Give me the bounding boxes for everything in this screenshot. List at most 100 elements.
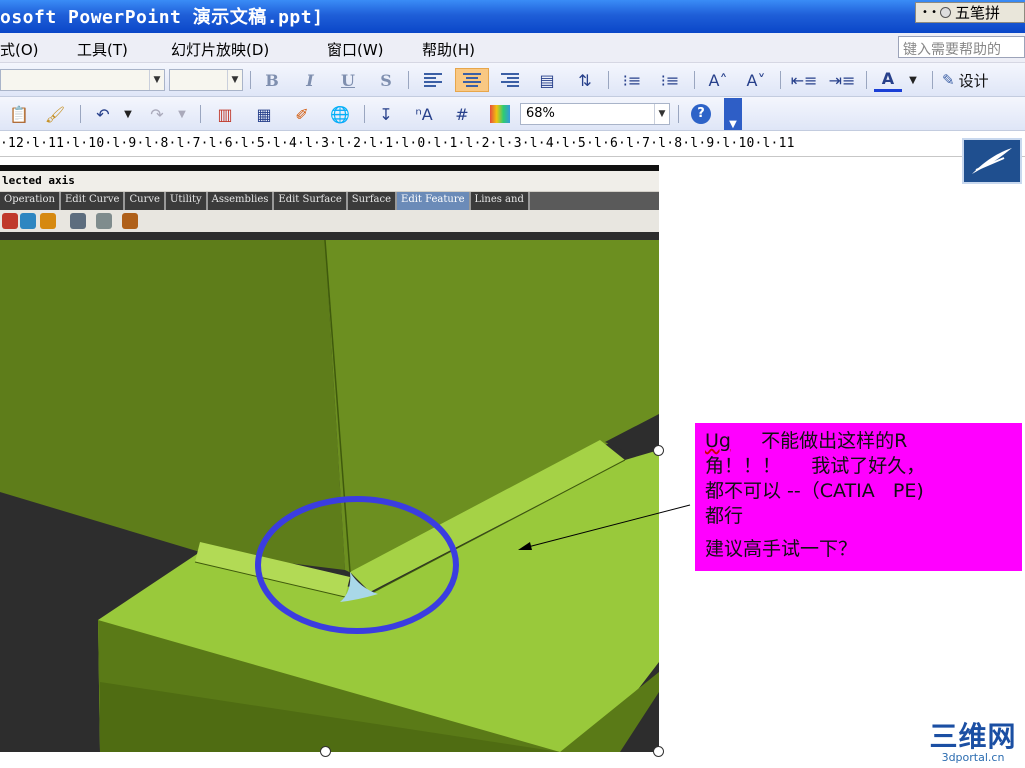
resize-handle[interactable] — [653, 445, 664, 456]
menu-slideshow[interactable]: 幻灯片放映(D) — [171, 39, 269, 60]
grip-icon: • • — [922, 7, 937, 18]
design-icon: ✎ — [942, 71, 955, 89]
align-right-icon[interactable] — [497, 68, 523, 92]
cad-tab-selected: Edit Feature — [397, 192, 471, 210]
callout-line: 都不可以 --（CATIA PE) — [705, 480, 924, 502]
cad-tab-strip: Operation Edit Curve Curve Utility Assem… — [0, 192, 659, 210]
toolbar-options-icon[interactable]: ▼ — [724, 98, 742, 130]
ime-status-bar[interactable]: • • 五笔拼 — [915, 2, 1025, 23]
cad-tool-icon — [122, 213, 138, 229]
menu-tools[interactable]: 工具(T) — [77, 39, 128, 60]
resize-handle[interactable] — [653, 746, 664, 757]
chevron-down-icon[interactable]: ▼ — [149, 70, 164, 90]
redo-icon[interactable]: ↷ — [144, 102, 170, 126]
chevron-down-icon[interactable]: ▼ — [120, 102, 136, 126]
cad-screenshot-image[interactable]: lected axis Operation Edit Curve Curve U… — [0, 165, 659, 752]
ime-toggle-icon[interactable] — [939, 7, 951, 18]
italic-button[interactable]: I — [298, 68, 322, 92]
insert-chart-icon[interactable]: ▥ — [210, 102, 240, 126]
ime-label: 五笔拼 — [954, 4, 1000, 22]
separator — [678, 105, 679, 123]
chevron-down-icon[interactable]: ▼ — [174, 102, 190, 126]
zoom-select[interactable]: 68% ▼ — [520, 103, 670, 125]
cad-tab: Assemblies — [207, 192, 275, 210]
increase-indent-icon[interactable]: ⇥≡ — [828, 68, 856, 92]
horizontal-ruler: ·12·l·11·l·10·l·9·l·8·l·7·l·6·l·5·l·4·l·… — [0, 131, 1025, 157]
insert-table-icon[interactable]: ▦ — [250, 102, 278, 126]
undo-icon[interactable]: ↶ — [90, 102, 116, 126]
site-watermark-logo: 三维网 3dportal.cn — [925, 715, 1021, 765]
bold-button[interactable]: B — [260, 68, 284, 92]
separator — [408, 71, 409, 89]
resize-handle[interactable] — [320, 746, 331, 757]
cad-tab: Curve — [125, 192, 166, 210]
cad-tab: Lines and — [470, 192, 530, 210]
help-search-input[interactable]: 键入需要帮助的 — [898, 36, 1025, 58]
separator — [780, 71, 781, 89]
insert-hyperlink-icon[interactable]: 🌐 — [326, 102, 354, 126]
cad-model-drawing — [0, 232, 659, 752]
callout-line: 建议高手试一下？ — [705, 538, 858, 560]
font-size-select[interactable]: ▼ — [169, 69, 243, 91]
chevron-down-icon[interactable]: ▼ — [654, 104, 669, 124]
separator — [200, 105, 201, 123]
expand-all-icon[interactable]: ↧ — [372, 102, 400, 126]
paste-icon[interactable]: 📋 — [6, 102, 32, 126]
separator — [250, 71, 251, 89]
cad-tab: Operation — [0, 192, 61, 210]
cad-icon-row — [0, 210, 659, 232]
chevron-down-icon[interactable]: ▼ — [904, 68, 922, 92]
annotation-textbox[interactable]: Ug 不能做出这样的R 角！！！ 我试了好久， 都不可以 --（CATIA PE… — [695, 423, 1022, 571]
callout-line1-text: 不能做出这样的R — [761, 430, 908, 452]
ruler-scale: ·12·l·11·l·10·l·9·l·8·l·7·l·6·l·5·l·4·l·… — [0, 136, 795, 151]
cad-viewport — [0, 232, 659, 752]
decrease-font-icon[interactable]: A˅ — [742, 68, 770, 92]
cad-tool-icon — [2, 213, 18, 229]
vertical-text-icon[interactable]: ⇅ — [571, 68, 599, 92]
show-formatting-icon[interactable]: ⁿA — [410, 102, 438, 126]
font-name-select[interactable]: ▼ — [0, 69, 165, 91]
menu-bar: 式(O) 工具(T) 幻灯片放映(D) 窗口(W) 帮助(H) — [0, 33, 1025, 63]
color-grayscale-icon[interactable] — [486, 102, 514, 126]
format-painter-icon[interactable]: 🖌 — [42, 102, 68, 126]
menu-format[interactable]: 式(O) — [0, 39, 39, 60]
formatting-toolbar: ▼ ▼ B I U S ▤ ⇅ ⁝≡ ⁝≡ A˄ A˅ ⇤≡ ⇥≡ A ▼ ✎ … — [0, 63, 1025, 97]
zoom-value: 68% — [526, 106, 555, 121]
align-center-icon[interactable] — [455, 68, 489, 92]
title-bar: osoft PowerPoint 演示文稿.ppt] • • 五笔拼 — [0, 0, 1025, 33]
callout-arrow — [518, 504, 691, 550]
separator — [80, 105, 81, 123]
cad-tab: Edit Surface — [274, 192, 348, 210]
align-left-icon[interactable] — [420, 68, 446, 92]
cad-tool-icon — [70, 213, 86, 229]
decrease-indent-icon[interactable]: ⇤≡ — [790, 68, 818, 92]
separator — [866, 71, 867, 89]
presentation-icon — [962, 138, 1022, 184]
menu-help[interactable]: 帮助(H) — [422, 39, 475, 60]
numbered-list-icon[interactable]: ⁝≡ — [618, 68, 646, 92]
standard-toolbar: 📋 🖌 ↶ ▼ ↷ ▼ ▥ ▦ ✐ 🌐 ↧ ⁿA # 68% ▼ ? ▼ — [0, 97, 1025, 131]
distribute-text-icon[interactable]: ▤ — [533, 68, 561, 92]
increase-font-icon[interactable]: A˄ — [704, 68, 732, 92]
cad-tab: Surface — [347, 192, 398, 210]
tables-borders-icon[interactable]: ✐ — [288, 102, 316, 126]
design-button[interactable]: ✎ 设计 — [942, 68, 1025, 92]
window-title: osoft PowerPoint 演示文稿.ppt] — [0, 7, 324, 28]
bullet-list-icon[interactable]: ⁝≡ — [656, 68, 684, 92]
separator — [694, 71, 695, 89]
menu-window[interactable]: 窗口(W) — [327, 39, 384, 60]
shadow-button[interactable]: S — [374, 68, 398, 92]
cad-tool-icon — [40, 213, 56, 229]
cad-tool-icon — [96, 213, 112, 229]
help-icon[interactable]: ? — [688, 102, 714, 126]
separator — [608, 71, 609, 89]
cad-status-text: lected axis — [0, 171, 659, 191]
callout-line: 都行 — [705, 505, 744, 527]
cad-tab: Edit Curve — [60, 192, 126, 210]
callout-line: Ug 不能做出这样的R — [705, 429, 1012, 454]
show-grid-icon[interactable]: # — [448, 102, 476, 126]
callout-line: 角！！！ 我试了好久， — [705, 455, 926, 477]
font-color-button[interactable]: A — [874, 68, 902, 92]
underline-button[interactable]: U — [336, 68, 360, 92]
chevron-down-icon[interactable]: ▼ — [227, 70, 242, 90]
